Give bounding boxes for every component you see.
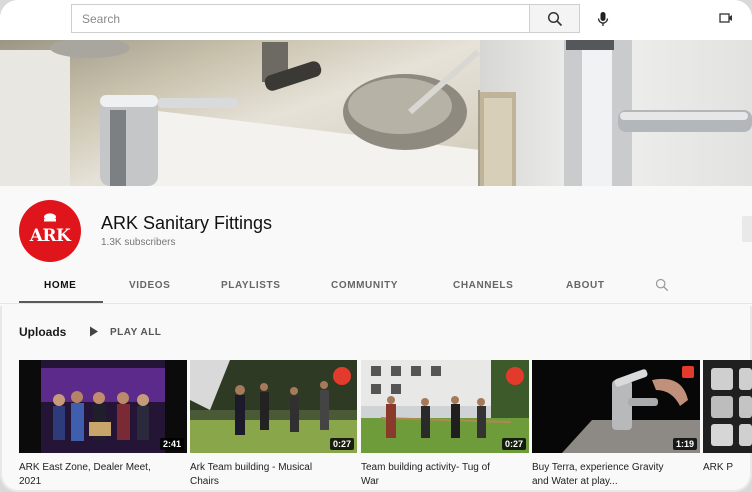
video-duration: 2:41 bbox=[159, 438, 184, 450]
top-bar: Search bbox=[0, 0, 752, 40]
tab-community[interactable]: COMMUNITY bbox=[331, 280, 398, 291]
search-icon bbox=[547, 11, 562, 26]
video-title-line: Team building activity- Tug of bbox=[361, 462, 490, 473]
video-thumbnail[interactable]: 0:27 bbox=[361, 360, 529, 453]
browser-frame: Search ARK ARK Sanitary Fittings 1.3K su… bbox=[0, 0, 752, 492]
banner-faucet-illustration bbox=[0, 40, 516, 186]
video-title-line: ARK East Zone, Dealer Meet, bbox=[19, 462, 151, 473]
channel-banner bbox=[0, 40, 752, 186]
video-title-line: Ark Team building - Musical bbox=[190, 462, 313, 473]
microphone-icon bbox=[597, 12, 609, 26]
tab-channels[interactable]: CHANNELS bbox=[453, 280, 513, 291]
video-title-line: ARK P bbox=[703, 462, 734, 473]
video-title-line: Buy Terra, experience Gravity bbox=[532, 462, 664, 473]
video-duration: 0:27 bbox=[501, 438, 526, 450]
tab-home[interactable]: HOME bbox=[44, 280, 76, 291]
video-thumbnail[interactable]: 1:19 bbox=[532, 360, 700, 453]
video-thumbnail[interactable]: 0:27 bbox=[190, 360, 357, 453]
channel-search-icon[interactable] bbox=[655, 278, 669, 292]
video-title[interactable]: Team building activity- Tug of War bbox=[361, 461, 529, 489]
video-thumbnail[interactable] bbox=[703, 360, 752, 453]
subscriber-count: 1.3K subscribers bbox=[101, 237, 176, 248]
product-grid-thumbnail-art bbox=[703, 360, 752, 453]
video-duration: 1:19 bbox=[672, 438, 697, 450]
play-all-button[interactable]: PLAY ALL bbox=[110, 327, 161, 338]
video-title-line: War bbox=[361, 476, 379, 487]
subscribe-button-edge[interactable] bbox=[742, 216, 752, 242]
banner-tall-faucet bbox=[480, 40, 752, 186]
tab-about[interactable]: ABOUT bbox=[566, 280, 605, 291]
channel-avatar[interactable]: ARK bbox=[19, 200, 81, 262]
video-title[interactable]: ARK East Zone, Dealer Meet, 2021 bbox=[19, 461, 187, 489]
video-title-line: 2021 bbox=[19, 476, 42, 487]
channel-name: ARK Sanitary Fittings bbox=[101, 213, 273, 233]
channel-tabs: HOME VIDEOS PLAYLISTS COMMUNITY CHANNELS… bbox=[0, 272, 752, 304]
banner-image-tap bbox=[480, 40, 752, 186]
voice-search-button[interactable] bbox=[590, 6, 616, 32]
search-input[interactable]: Search bbox=[71, 4, 529, 33]
video-title-line: and Water at play... bbox=[532, 476, 618, 487]
tab-playlists[interactable]: PLAYLISTS bbox=[221, 280, 281, 291]
create-button[interactable] bbox=[716, 8, 736, 28]
video-title[interactable]: ARK P bbox=[703, 461, 752, 475]
ark-logo-icon bbox=[44, 213, 56, 222]
play-icon[interactable] bbox=[89, 326, 99, 337]
uploads-heading[interactable]: Uploads bbox=[19, 325, 66, 339]
active-tab-indicator bbox=[19, 301, 103, 303]
avatar-logo-text: ARK bbox=[29, 226, 71, 246]
video-title[interactable]: Ark Team building - Musical Chairs bbox=[190, 461, 358, 489]
video-title-line: Chairs bbox=[190, 476, 219, 487]
channel-header: ARK ARK Sanitary Fittings 1.3K subscribe… bbox=[0, 186, 752, 306]
video-duration: 0:27 bbox=[329, 438, 354, 450]
tab-videos[interactable]: VIDEOS bbox=[129, 280, 170, 291]
search-button[interactable] bbox=[529, 4, 580, 33]
video-title[interactable]: Buy Terra, experience Gravity and Water … bbox=[532, 461, 700, 489]
video-thumbnail[interactable]: 2:41 bbox=[19, 360, 187, 453]
create-video-icon bbox=[719, 13, 732, 23]
banner-image-basin bbox=[0, 40, 516, 186]
